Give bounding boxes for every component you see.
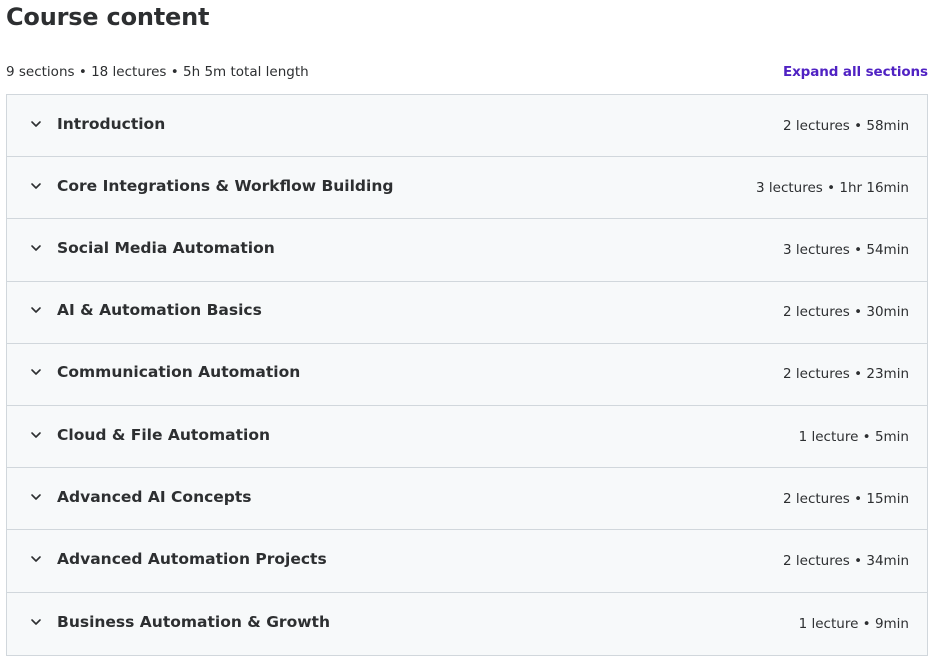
section-meta: 1 lecture • 5min: [798, 428, 909, 445]
section-item[interactable]: Advanced AI Concepts 2 lectures • 15min: [7, 468, 927, 531]
section-item[interactable]: Social Media Automation 3 lectures • 54m…: [7, 219, 927, 282]
chevron-down-icon: [29, 615, 43, 629]
course-summary-row: 9 sections • 18 lectures • 5h 5m total l…: [6, 61, 928, 83]
chevron-down-icon: [29, 490, 43, 504]
page-title: Course content: [6, 3, 210, 31]
section-meta: 3 lectures • 1hr 16min: [756, 179, 909, 196]
section-title: Cloud & File Automation: [57, 425, 271, 444]
section-title: Advanced Automation Projects: [57, 550, 327, 569]
course-summary: 9 sections • 18 lectures • 5h 5m total l…: [6, 64, 309, 80]
chevron-down-icon: [29, 365, 43, 379]
section-meta: 1 lecture • 9min: [798, 615, 909, 632]
section-meta: 2 lectures • 15min: [783, 490, 909, 507]
section-title: Introduction: [57, 114, 166, 133]
expand-all-sections-button[interactable]: Expand all sections: [783, 64, 928, 80]
chevron-down-icon: [29, 179, 43, 193]
chevron-down-icon: [29, 241, 43, 255]
section-title: Social Media Automation: [57, 239, 275, 258]
section-item[interactable]: Cloud & File Automation 1 lecture • 5min: [7, 405, 927, 469]
section-item[interactable]: Core Integrations & Workflow Building 3 …: [7, 157, 927, 220]
chevron-down-icon: [29, 428, 43, 442]
section-title: Communication Automation: [57, 363, 301, 382]
section-title: AI & Automation Basics: [57, 301, 262, 320]
section-item[interactable]: AI & Automation Basics 2 lectures • 30mi…: [7, 281, 927, 344]
section-title: Core Integrations & Workflow Building: [57, 176, 394, 195]
section-title: Business Automation & Growth: [57, 612, 330, 631]
chevron-down-icon: [29, 303, 43, 317]
section-meta: 2 lectures • 58min: [783, 117, 909, 134]
section-item[interactable]: Advanced Automation Projects 2 lectures …: [7, 530, 927, 593]
section-list: Introduction 2 lectures • 58min Core Int…: [6, 94, 928, 656]
section-title: Advanced AI Concepts: [57, 487, 252, 506]
section-meta: 3 lectures • 54min: [783, 241, 909, 258]
section-item[interactable]: Introduction 2 lectures • 58min: [7, 95, 927, 158]
section-item[interactable]: Business Automation & Growth 1 lecture •…: [7, 592, 927, 655]
course-content-panel: Course content 9 sections • 18 lectures …: [0, 0, 933, 664]
section-item[interactable]: Communication Automation 2 lectures • 23…: [7, 343, 927, 406]
chevron-down-icon: [29, 117, 43, 131]
section-meta: 2 lectures • 30min: [783, 304, 909, 321]
chevron-down-icon: [29, 552, 43, 566]
section-meta: 2 lectures • 34min: [783, 552, 909, 569]
section-meta: 2 lectures • 23min: [783, 366, 909, 383]
